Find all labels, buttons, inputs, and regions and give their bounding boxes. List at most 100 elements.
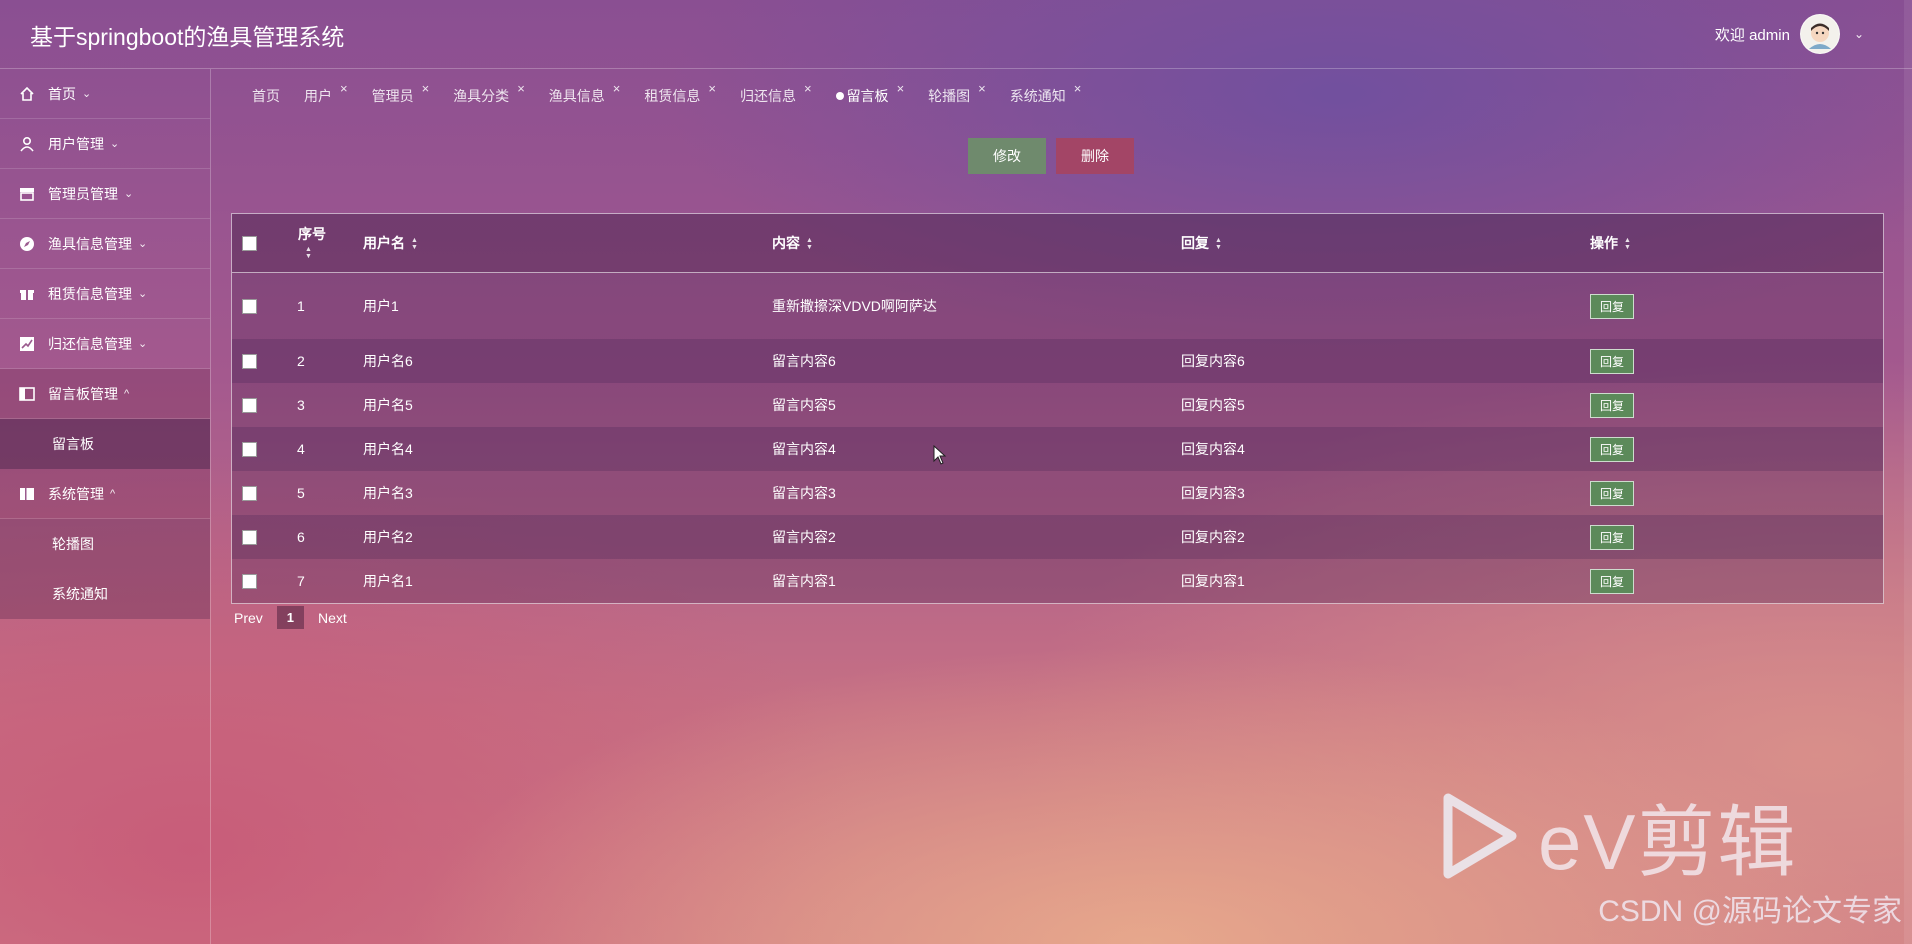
page-number-current[interactable]: 1 xyxy=(276,606,305,629)
cell-no: 5 xyxy=(294,471,362,515)
tab-admin[interactable]: 管理员 × xyxy=(372,81,430,106)
sidebar-item-admins[interactable]: 管理员管理 ⌄ xyxy=(0,169,210,219)
mouse-cursor-icon xyxy=(933,445,947,465)
sidebar-item-label: 系统管理 xyxy=(48,485,104,502)
row-checkbox[interactable] xyxy=(242,299,257,315)
user-icon xyxy=(18,135,36,153)
tab-gear-category[interactable]: 渔具分类 × xyxy=(453,81,525,106)
tab-label: 首页 xyxy=(252,88,280,104)
tab-bar: 首页 用户 × 管理员 × 渔具分类 × 渔具信息 × 租赁信息 × 归还信息 × 留言板 ×… xyxy=(252,81,1105,106)
row-checkbox[interactable] xyxy=(242,530,257,546)
cell-username: 用户1 xyxy=(362,272,771,339)
sidebar-item-rental[interactable]: 租赁信息管理 ⌄ xyxy=(0,269,210,319)
close-icon[interactable]: × xyxy=(422,81,430,96)
app-title: 基于springboot的渔具管理系统 xyxy=(30,24,345,50)
column-header-username[interactable]: 用户名 xyxy=(363,235,405,251)
reply-button[interactable]: 回复 xyxy=(1590,436,1635,462)
sidebar-item-system[interactable]: 系统管理 ^ xyxy=(0,469,210,519)
tab-notice[interactable]: 系统通知 × xyxy=(1010,81,1082,106)
tab-label: 归还信息 xyxy=(739,88,796,104)
edit-button[interactable]: 修改 xyxy=(968,138,1046,174)
row-checkbox[interactable] xyxy=(242,574,257,590)
pagination: Prev 1 Next xyxy=(234,606,347,629)
column-header-content[interactable]: 内容 xyxy=(772,235,800,251)
close-icon[interactable]: × xyxy=(978,81,986,96)
sidebar-item-home[interactable]: 首页 ⌄ xyxy=(0,69,210,119)
sidebar-item-label: 渔具信息管理 xyxy=(48,235,132,252)
close-icon[interactable]: × xyxy=(340,81,348,96)
tab-rental-info[interactable]: 租赁信息 × xyxy=(644,81,716,106)
tab-home[interactable]: 首页 xyxy=(252,86,280,106)
chevron-down-icon: ⌄ xyxy=(138,238,148,250)
row-checkbox[interactable] xyxy=(242,486,257,502)
close-icon[interactable]: × xyxy=(804,81,812,96)
delete-button[interactable]: 删除 xyxy=(1056,138,1134,174)
close-icon[interactable]: × xyxy=(897,81,905,96)
cell-username: 用户名6 xyxy=(362,339,771,383)
tab-label: 渔具信息 xyxy=(548,88,605,104)
cell-no: 2 xyxy=(294,339,362,383)
play-logo-icon xyxy=(1443,793,1517,879)
reply-button[interactable]: 回复 xyxy=(1590,348,1635,374)
tab-carousel[interactable]: 轮播图 × xyxy=(928,81,986,106)
sidebar-subitem-notice[interactable]: 系统通知 xyxy=(0,569,210,619)
tab-gear-info[interactable]: 渔具信息 × xyxy=(548,81,621,106)
board-icon xyxy=(18,385,36,403)
reply-button[interactable]: 回复 xyxy=(1590,524,1635,550)
sidebar-item-gear-info[interactable]: 渔具信息管理 ⌄ xyxy=(0,219,210,269)
row-checkbox[interactable] xyxy=(242,398,257,414)
close-icon[interactable]: × xyxy=(708,81,716,96)
sort-icon[interactable]: ▲ ▼ xyxy=(1624,237,1631,251)
cell-content: 留言内容3 xyxy=(771,471,1180,515)
tab-label: 留言板 xyxy=(846,88,889,104)
sort-icon[interactable]: ▲ ▼ xyxy=(411,237,418,251)
sort-icon[interactable]: ▲ ▼ xyxy=(806,237,813,251)
cell-content: 留言内容4 xyxy=(771,427,1180,471)
message-table: 序号 ▲ ▼ 用户名 ▲ ▼ 内容 ▲ ▼ 回复 ▲ ▼ 操作 ▲ ▼ 1 用户1 重新撒擦深VDV… xyxy=(231,213,1884,604)
sort-icon[interactable]: ▲ ▼ xyxy=(305,246,312,260)
cell-content: 留言内容1 xyxy=(771,559,1180,603)
top-header: 基于springboot的渔具管理系统 欢迎 admin ⌄ xyxy=(0,0,1912,69)
chart-icon xyxy=(18,335,36,353)
chevron-down-icon[interactable]: ⌄ xyxy=(1854,27,1864,41)
close-icon[interactable]: × xyxy=(613,81,621,96)
sidebar-item-message-board[interactable]: 留言板管理 ^ xyxy=(0,369,210,419)
close-icon[interactable]: × xyxy=(1074,81,1082,96)
row-checkbox[interactable] xyxy=(242,442,257,458)
sidebar-item-label: 用户管理 xyxy=(48,135,104,152)
reply-button[interactable]: 回复 xyxy=(1590,293,1635,319)
table-row: 3 用户名5 留言内容5 回复内容5 回复 xyxy=(232,383,1883,427)
sort-icon[interactable]: ▲ ▼ xyxy=(1215,237,1222,251)
reply-button[interactable]: 回复 xyxy=(1590,480,1635,506)
row-checkbox[interactable] xyxy=(242,354,257,370)
cell-reply: 回复内容1 xyxy=(1180,559,1589,603)
close-icon[interactable]: × xyxy=(517,81,525,96)
cell-no: 6 xyxy=(294,515,362,559)
reply-button[interactable]: 回复 xyxy=(1590,568,1635,594)
chevron-down-icon: ⌄ xyxy=(138,288,148,300)
cell-content: 留言内容5 xyxy=(771,383,1180,427)
tab-label: 租赁信息 xyxy=(644,88,701,104)
user-menu[interactable]: 欢迎 admin ⌄ xyxy=(1715,14,1864,54)
scrollbar[interactable] xyxy=(1904,0,1912,944)
tab-message-board[interactable]: 留言板 × xyxy=(835,81,904,106)
sidebar-subitem-message-board[interactable]: 留言板 xyxy=(0,419,210,469)
column-header-action[interactable]: 操作 xyxy=(1590,235,1618,251)
reply-button[interactable]: 回复 xyxy=(1590,392,1635,418)
next-page-link[interactable]: Next xyxy=(318,610,347,626)
sidebar: 首页 ⌄ 用户管理 ⌄ 管理员管理 ⌄ 渔具信息管理 ⌄ 租赁信息管理 ⌄ 归还… xyxy=(0,69,211,944)
select-all-checkbox[interactable] xyxy=(242,236,257,252)
column-header-reply[interactable]: 回复 xyxy=(1181,235,1209,251)
chevron-up-icon: ^ xyxy=(110,487,116,500)
tab-return-info[interactable]: 归还信息 × xyxy=(739,81,812,106)
prev-page-link[interactable]: Prev xyxy=(234,610,263,626)
cell-reply: 回复内容3 xyxy=(1180,471,1589,515)
sidebar-item-users[interactable]: 用户管理 ⌄ xyxy=(0,119,210,169)
cell-username: 用户名4 xyxy=(362,427,771,471)
column-header-no[interactable]: 序号 xyxy=(298,226,326,242)
cell-reply: 回复内容2 xyxy=(1180,515,1589,559)
tab-user[interactable]: 用户 × xyxy=(304,81,348,106)
sidebar-item-return[interactable]: 归还信息管理 ⌄ xyxy=(0,319,210,369)
avatar[interactable] xyxy=(1799,14,1840,54)
sidebar-subitem-carousel[interactable]: 轮播图 xyxy=(0,519,210,569)
